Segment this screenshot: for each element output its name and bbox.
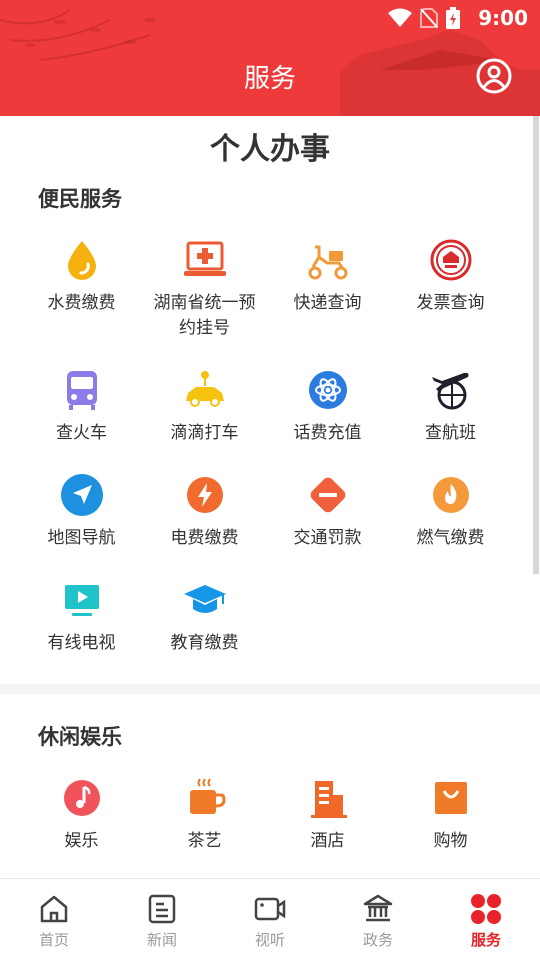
nav-label: 服务 bbox=[470, 931, 501, 949]
service-didi-taxi[interactable]: 滴滴打车 bbox=[143, 367, 266, 446]
tea-cup-icon bbox=[189, 778, 226, 814]
service-gas-fee[interactable]: 燃气缴费 bbox=[389, 472, 512, 551]
service-label: 电费缴费 bbox=[170, 528, 239, 548]
service-water-fee[interactable]: 水费缴费 bbox=[20, 237, 143, 316]
service-phone-recharge[interactable]: 话费充值 bbox=[266, 367, 389, 446]
grid-dots-icon bbox=[471, 894, 501, 924]
service-invoice-query[interactable]: 发票查询 bbox=[389, 237, 512, 316]
nav-label: 新闻 bbox=[146, 931, 177, 949]
service-label: 查火车 bbox=[56, 423, 107, 443]
service-label: 有线电视 bbox=[47, 633, 116, 653]
service-train-query[interactable]: 查火车 bbox=[20, 367, 143, 446]
user-profile-icon[interactable] bbox=[476, 58, 512, 94]
section-divider bbox=[0, 684, 540, 694]
wifi-icon bbox=[388, 8, 412, 27]
delivery-scooter-icon bbox=[308, 245, 347, 280]
music-note-icon bbox=[63, 780, 100, 816]
atom-icon bbox=[308, 371, 347, 409]
train-icon bbox=[66, 371, 97, 410]
plane-globe-icon bbox=[431, 372, 468, 410]
nav-label: 视听 bbox=[254, 931, 285, 949]
taxi-icon bbox=[185, 371, 224, 407]
nav-tab-government[interactable]: 政务 bbox=[324, 879, 432, 960]
hospital-laptop-icon bbox=[183, 241, 226, 276]
battery-charging-icon bbox=[446, 7, 460, 29]
nav-label: 首页 bbox=[38, 931, 69, 949]
hotel-building-icon bbox=[310, 781, 347, 818]
service-label: 茶艺 bbox=[187, 831, 222, 851]
service-label: 水费缴费 bbox=[47, 293, 116, 313]
scrollbar[interactable] bbox=[533, 116, 539, 574]
service-tea-art[interactable]: 茶艺 bbox=[143, 775, 266, 854]
section-title-convenience: 便民服务 bbox=[38, 187, 122, 211]
service-label: 娱乐 bbox=[64, 831, 99, 851]
news-icon bbox=[148, 894, 176, 924]
nav-label: 政务 bbox=[362, 931, 393, 949]
service-label: 发票查询 bbox=[416, 293, 485, 313]
no-sim-icon bbox=[420, 8, 438, 28]
bottom-nav: 首页 新闻 视听 政务 服务 bbox=[0, 878, 540, 960]
service-electricity-fee[interactable]: 电费缴费 bbox=[143, 472, 266, 551]
service-label: 燃气缴费 bbox=[416, 528, 485, 548]
flame-icon bbox=[432, 477, 469, 513]
navigation-arrow-icon bbox=[60, 474, 103, 516]
service-hospital-appointment[interactable]: 湖南省统一预约挂号 bbox=[143, 237, 266, 341]
service-label: 话费充值 bbox=[293, 423, 362, 443]
service-education-fee[interactable]: 教育缴费 bbox=[143, 577, 266, 656]
service-entertainment[interactable]: 娱乐 bbox=[20, 775, 143, 854]
nav-tab-news[interactable]: 新闻 bbox=[108, 879, 216, 960]
emblem-icon bbox=[430, 239, 471, 281]
nav-tab-services[interactable]: 服务 bbox=[432, 879, 540, 960]
nav-tab-video[interactable]: 视听 bbox=[216, 879, 324, 960]
service-label: 酒店 bbox=[310, 831, 345, 851]
no-entry-icon bbox=[310, 477, 345, 513]
shopping-bag-icon bbox=[434, 782, 467, 814]
service-cable-tv[interactable]: 有线电视 bbox=[20, 577, 143, 656]
status-time: 9:00 bbox=[478, 6, 528, 30]
service-label: 湖南省统一预约挂号 bbox=[153, 293, 256, 338]
home-icon bbox=[40, 895, 68, 923]
section-title-leisure: 休闲娱乐 bbox=[38, 725, 122, 749]
graduation-cap-icon bbox=[183, 585, 226, 613]
page-title: 个人办事 bbox=[210, 132, 330, 167]
service-label: 查航班 bbox=[425, 423, 476, 443]
lightning-icon bbox=[186, 477, 223, 513]
water-drop-icon bbox=[67, 241, 96, 280]
service-label: 地图导航 bbox=[47, 528, 116, 548]
page-header-title: 服务 bbox=[243, 64, 296, 94]
video-camera-icon bbox=[254, 897, 286, 921]
service-label: 交通罚款 bbox=[293, 528, 362, 548]
service-label: 滴滴打车 bbox=[170, 423, 239, 443]
service-traffic-fine[interactable]: 交通罚款 bbox=[266, 472, 389, 551]
tv-icon bbox=[64, 585, 99, 616]
service-hotel[interactable]: 酒店 bbox=[266, 775, 389, 854]
service-shopping[interactable]: 购物 bbox=[389, 775, 512, 854]
government-building-icon bbox=[363, 894, 393, 922]
service-flight-query[interactable]: 查航班 bbox=[389, 367, 512, 446]
service-label: 快递查询 bbox=[293, 293, 362, 313]
service-label: 教育缴费 bbox=[170, 633, 239, 653]
service-express-query[interactable]: 快递查询 bbox=[266, 237, 389, 316]
service-label: 购物 bbox=[433, 831, 468, 851]
header-bar: 9:00 服务 bbox=[0, 0, 540, 116]
nav-tab-home[interactable]: 首页 bbox=[0, 879, 108, 960]
status-bar: 9:00 bbox=[0, 0, 540, 36]
service-map-navigation[interactable]: 地图导航 bbox=[20, 472, 143, 551]
